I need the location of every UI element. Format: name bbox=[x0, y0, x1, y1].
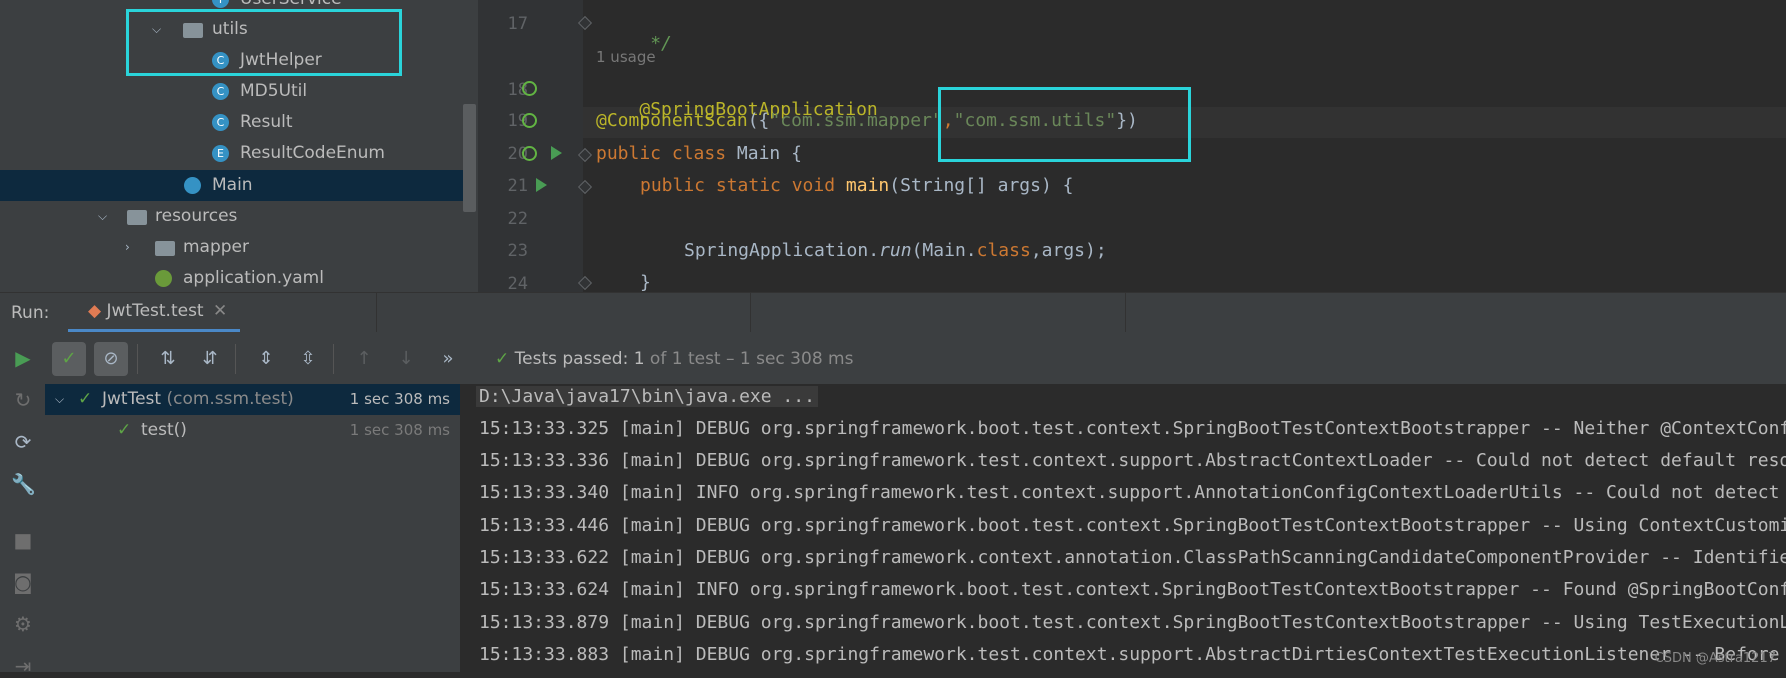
passed-check-icon: ✓ bbox=[117, 420, 132, 440]
console-line: 15:13:33.325 [main] DEBUG org.springfram… bbox=[479, 418, 1786, 439]
expand-all-icon[interactable]: ⇕ bbox=[249, 342, 283, 376]
passed-check-icon: ✓ bbox=[495, 349, 510, 369]
divider bbox=[1125, 292, 1126, 332]
more-icon[interactable]: » bbox=[431, 342, 465, 376]
code-line-21: public static void main(String[] args) { bbox=[640, 175, 1074, 196]
class-icon: C bbox=[212, 83, 229, 100]
tree-item-resources[interactable]: ⌵ resources bbox=[0, 201, 478, 232]
tree-scrollbar[interactable] bbox=[463, 104, 476, 212]
console-line: 15:13:33.336 [main] DEBUG org.springfram… bbox=[479, 450, 1786, 471]
line-number: 23 bbox=[507, 241, 528, 261]
tab-jwttest-test[interactable]: ◆ JwtTest.test ✕ bbox=[78, 293, 237, 329]
console-line: 15:13:33.622 [main] DEBUG org.springfram… bbox=[479, 547, 1786, 568]
interface-icon: I bbox=[212, 0, 229, 8]
console-line: D:\Java\java17\bin\java.exe ... bbox=[476, 386, 818, 407]
code-line-20: public class Main { bbox=[596, 143, 802, 164]
exit-icon[interactable]: ⇥ bbox=[11, 654, 35, 678]
run-side-toolbar: ▶ ↻ ⟳ 🔧 ■ ◙ ⚙ ⇥ bbox=[0, 332, 46, 678]
annotation-highlight-box bbox=[938, 87, 1191, 162]
annotation-highlight-box bbox=[126, 9, 402, 76]
run-main-icon[interactable] bbox=[536, 178, 547, 192]
folder-icon bbox=[155, 241, 175, 256]
tree-item-resultcodeenum[interactable]: E ResultCodeEnum bbox=[0, 138, 478, 169]
class-icon: C bbox=[212, 114, 229, 131]
watermark: CSDN @Astra1217 bbox=[1654, 651, 1776, 666]
test-suite-row[interactable]: ⌵ ✓ JwtTest (com.ssm.test) 1 sec 308 ms bbox=[45, 384, 460, 415]
rerun-failed-icon[interactable]: ↻ bbox=[11, 388, 35, 412]
sort-alpha-icon[interactable]: ⇅ bbox=[151, 342, 185, 376]
enum-icon: E bbox=[212, 145, 229, 162]
test-method-row[interactable]: ✓ test() 1 sec 308 ms bbox=[45, 415, 460, 446]
test-config-icon: ◆ bbox=[88, 301, 102, 321]
run-class-icon[interactable] bbox=[551, 146, 562, 160]
code-line-17: */ bbox=[639, 33, 672, 54]
toggle-auto-test-icon[interactable]: ⟳ bbox=[11, 430, 35, 454]
rerun-icon[interactable]: ▶ bbox=[11, 346, 35, 370]
close-icon[interactable]: ✕ bbox=[213, 301, 227, 321]
collapse-all-icon[interactable]: ⇳ bbox=[291, 342, 325, 376]
console-line: 15:13:33.883 [main] DEBUG org.springfram… bbox=[479, 644, 1786, 665]
line-number: 19 bbox=[507, 111, 528, 131]
camera-icon[interactable]: ◙ bbox=[11, 570, 35, 594]
spring-bean-icon[interactable] bbox=[522, 81, 537, 96]
tree-item-main[interactable]: Main bbox=[0, 170, 466, 201]
tree-item-md5util[interactable]: C MD5Util bbox=[0, 76, 478, 107]
passed-check-icon: ✓ bbox=[78, 389, 93, 409]
chevron-down-icon[interactable]: ⌵ bbox=[55, 384, 64, 415]
console-output[interactable]: D:\Java\java17\bin\java.exe ... 15:13:33… bbox=[461, 384, 1786, 672]
show-ignored-button[interactable]: ⊘ bbox=[94, 342, 128, 376]
code-line-23: SpringApplication.run(Main.class,args); bbox=[684, 240, 1107, 261]
spring-bean-icon[interactable] bbox=[522, 146, 537, 161]
divider bbox=[750, 292, 751, 332]
test-status: ✓ Tests passed: 1 of 1 test – 1 sec 308 … bbox=[495, 349, 854, 369]
console-line: 15:13:33.624 [main] INFO org.springframe… bbox=[479, 579, 1786, 600]
spring-bean-icon[interactable] bbox=[522, 113, 537, 128]
runnable-class-icon bbox=[184, 177, 201, 194]
spring-config-icon bbox=[155, 270, 172, 287]
show-passed-button[interactable]: ✓ bbox=[52, 342, 86, 376]
run-tool-window-header: Run: ◆ JwtTest.test ✕ bbox=[0, 292, 1786, 333]
line-number: 22 bbox=[507, 209, 528, 229]
resources-folder-icon bbox=[127, 210, 147, 225]
console-line: 15:13:33.340 [main] INFO org.springframe… bbox=[479, 482, 1786, 503]
chevron-down-icon[interactable]: ⌵ bbox=[98, 201, 107, 232]
tree-item-result[interactable]: C Result bbox=[0, 107, 478, 138]
console-line: 15:13:33.879 [main] DEBUG org.springfram… bbox=[479, 612, 1786, 633]
wrench-icon[interactable]: 🔧 bbox=[11, 472, 36, 496]
divider bbox=[376, 292, 377, 332]
toolbar-separator bbox=[235, 344, 236, 374]
chevron-right-icon[interactable]: › bbox=[125, 232, 130, 263]
line-number: 20 bbox=[507, 144, 528, 164]
settings-icon[interactable]: ⚙ bbox=[11, 612, 35, 636]
line-number: 17 bbox=[507, 14, 528, 34]
prev-failed-icon[interactable]: ↑ bbox=[347, 342, 381, 376]
console-line: 15:13:33.446 [main] DEBUG org.springfram… bbox=[479, 515, 1786, 536]
tree-item-application-yaml[interactable]: application.yaml bbox=[0, 263, 478, 292]
test-tree: ⌵ ✓ JwtTest (com.ssm.test) 1 sec 308 ms … bbox=[45, 384, 460, 672]
line-number: 18 bbox=[507, 80, 528, 100]
sort-duration-icon[interactable]: ⇵ bbox=[193, 342, 227, 376]
toolbar-separator bbox=[137, 344, 138, 374]
code-line-24: } bbox=[640, 272, 651, 292]
stop-icon[interactable]: ■ bbox=[11, 528, 35, 552]
line-number: 21 bbox=[507, 176, 528, 196]
line-number: 24 bbox=[507, 274, 528, 292]
tree-item-mapper[interactable]: › mapper bbox=[0, 232, 478, 263]
run-title: Run: bbox=[11, 303, 50, 323]
next-failed-icon[interactable]: ↓ bbox=[389, 342, 423, 376]
toolbar-separator bbox=[333, 344, 334, 374]
test-runner-toolbar: ✓ ⊘ ⇅ ⇵ ⇕ ⇳ ↑ ↓ » ✓ Tests passed: 1 of 1… bbox=[45, 332, 1786, 384]
